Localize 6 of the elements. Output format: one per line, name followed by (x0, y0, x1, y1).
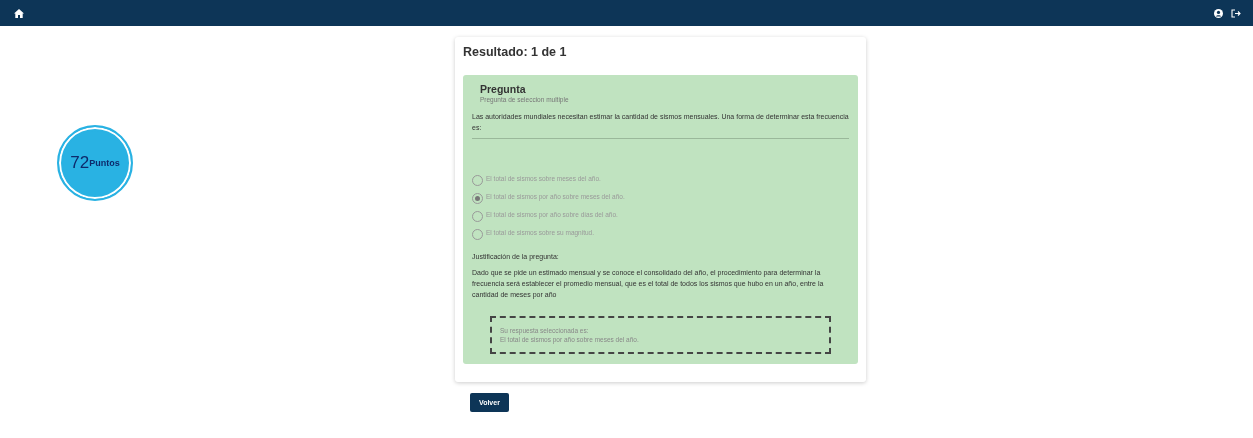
question-title: Pregunta (480, 83, 527, 95)
home-icon[interactable] (14, 8, 24, 18)
score-badge: 72Puntos (57, 125, 133, 201)
user-icon[interactable] (1214, 8, 1223, 18)
result-title: Resultado: 1 de 1 (463, 45, 568, 59)
logout-icon[interactable] (1231, 8, 1241, 18)
